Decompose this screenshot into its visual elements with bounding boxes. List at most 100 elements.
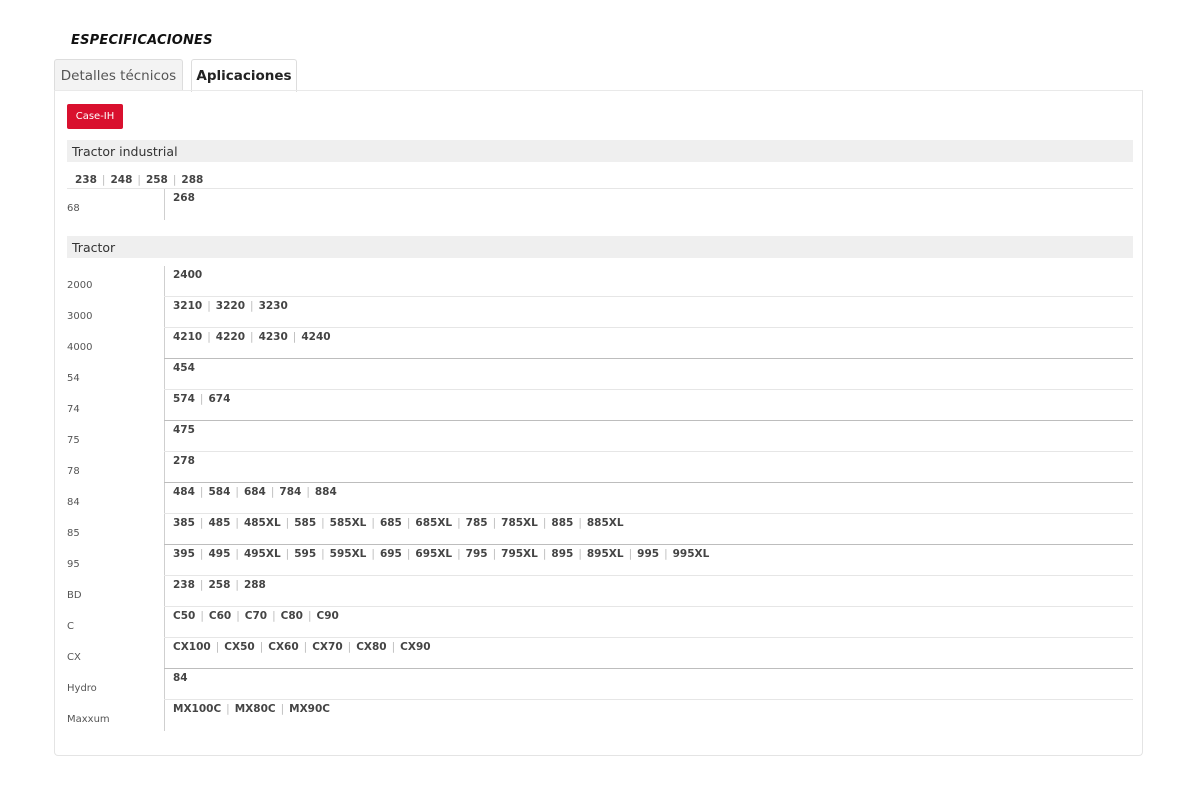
model-link[interactable]: 288 (181, 174, 203, 186)
tab-detalles-tecnicos[interactable]: Detalles técnicos (54, 59, 183, 91)
model-link[interactable]: 2400 (173, 269, 202, 281)
model-link[interactable]: 574 (173, 393, 195, 405)
model-link[interactable]: 4240 (301, 331, 330, 343)
table-row: Maxxum MX100C | MX80C | MX90C (67, 700, 1133, 731)
model-separator: | (303, 641, 308, 653)
model-link[interactable]: 248 (110, 174, 132, 186)
model-link[interactable]: MX100C (173, 703, 221, 715)
model-link[interactable]: 475 (173, 424, 195, 436)
model-link[interactable]: 3230 (259, 300, 288, 312)
model-separator: | (235, 548, 239, 560)
model-link[interactable]: CX100 (173, 641, 211, 653)
model-link[interactable]: 485 (208, 517, 230, 529)
model-link[interactable]: 884 (315, 486, 337, 498)
model-separator: | (292, 331, 297, 343)
model-separator: | (280, 703, 285, 715)
column-divider (164, 266, 165, 297)
model-link[interactable]: 795XL (501, 548, 538, 560)
model-link[interactable]: 674 (208, 393, 230, 405)
industrial-top-models: 238 | 248 | 258 | 288 (75, 174, 203, 186)
model-link[interactable]: 485XL (244, 517, 281, 529)
model-separator: | (215, 641, 220, 653)
model-list: 3210 | 3220 | 3230 (173, 300, 288, 312)
model-link[interactable]: 684 (244, 486, 266, 498)
model-link[interactable]: 268 (173, 192, 195, 204)
model-separator: | (457, 548, 461, 560)
model-link[interactable]: 895XL (587, 548, 624, 560)
model-link[interactable]: 695 (380, 548, 402, 560)
model-link[interactable]: 595XL (330, 548, 367, 560)
model-link[interactable]: 258 (208, 579, 230, 591)
model-link[interactable]: 785XL (501, 517, 538, 529)
table-row: 78 278 (67, 452, 1133, 483)
model-link[interactable]: 695XL (415, 548, 452, 560)
brand-filter-button[interactable]: Case-IH (67, 104, 123, 129)
model-link[interactable]: 288 (244, 579, 266, 591)
model-separator: | (371, 548, 375, 560)
model-link[interactable]: C80 (281, 610, 303, 622)
model-link[interactable]: 258 (146, 174, 168, 186)
model-list: 395 | 495 | 495XL | 595 | 595XL | 695 | 695XL | 795 | 79… (173, 548, 709, 560)
model-link[interactable]: CX60 (268, 641, 298, 653)
series-label: 84 (67, 497, 80, 508)
model-link[interactable]: 685XL (415, 517, 452, 529)
column-divider (164, 638, 165, 669)
model-link[interactable]: 238 (75, 174, 97, 186)
model-link[interactable]: 278 (173, 455, 195, 467)
series-label: 75 (67, 435, 80, 446)
model-link[interactable]: 454 (173, 362, 195, 374)
model-list: 484 | 584 | 684 | 784 | 884 (173, 486, 337, 498)
table-row: 54 454 (67, 359, 1133, 390)
model-link[interactable]: MX90C (289, 703, 330, 715)
model-link[interactable]: 4230 (259, 331, 288, 343)
model-link[interactable]: C70 (245, 610, 267, 622)
model-link[interactable]: 484 (173, 486, 195, 498)
model-separator: | (199, 517, 204, 529)
model-link[interactable]: 785 (466, 517, 488, 529)
model-link[interactable]: 3220 (216, 300, 245, 312)
model-list: 475 (173, 424, 195, 436)
model-link[interactable]: 995XL (673, 548, 710, 560)
model-link[interactable]: 84 (173, 672, 188, 684)
model-link[interactable]: 885XL (587, 517, 624, 529)
model-link[interactable]: 585XL (330, 517, 367, 529)
model-link[interactable]: 495XL (244, 548, 281, 560)
model-separator: | (307, 610, 312, 622)
model-link[interactable]: CX90 (400, 641, 430, 653)
model-link[interactable]: 395 (173, 548, 195, 560)
model-link[interactable]: 584 (208, 486, 230, 498)
model-link[interactable]: 238 (173, 579, 195, 591)
table-row: 74 574 | 674 (67, 390, 1133, 421)
model-link[interactable]: 3210 (173, 300, 202, 312)
model-link[interactable]: MX80C (235, 703, 276, 715)
model-separator: | (306, 486, 310, 498)
model-separator: | (578, 548, 582, 560)
model-link[interactable]: 595 (294, 548, 316, 560)
model-link[interactable]: 895 (551, 548, 573, 560)
model-separator: | (492, 548, 497, 560)
tab-aplicaciones[interactable]: Aplicaciones (191, 59, 297, 92)
model-link[interactable]: C50 (173, 610, 195, 622)
model-link[interactable]: 885 (551, 517, 573, 529)
model-link[interactable]: 795 (466, 548, 488, 560)
model-link[interactable]: CX80 (356, 641, 386, 653)
model-link[interactable]: 995 (637, 548, 659, 560)
model-list: 268 (173, 192, 195, 204)
model-separator: | (226, 703, 230, 715)
model-link[interactable]: 385 (173, 517, 195, 529)
section-header-industrial: Tractor industrial (67, 140, 1133, 162)
column-divider (164, 669, 165, 700)
model-link[interactable]: 685 (380, 517, 402, 529)
model-link[interactable]: C90 (317, 610, 339, 622)
model-link[interactable]: 495 (208, 548, 230, 560)
series-label: C (67, 621, 74, 632)
model-link[interactable]: 4220 (216, 331, 245, 343)
column-divider (164, 297, 165, 328)
model-link[interactable]: CX70 (312, 641, 342, 653)
model-link[interactable]: 784 (279, 486, 301, 498)
model-link[interactable]: 4210 (173, 331, 202, 343)
model-link[interactable]: CX50 (224, 641, 254, 653)
model-link[interactable]: C60 (209, 610, 231, 622)
model-list: CX100 | CX50 | CX60 | CX70 | CX80 | CX90 (173, 641, 431, 653)
model-link[interactable]: 585 (294, 517, 316, 529)
